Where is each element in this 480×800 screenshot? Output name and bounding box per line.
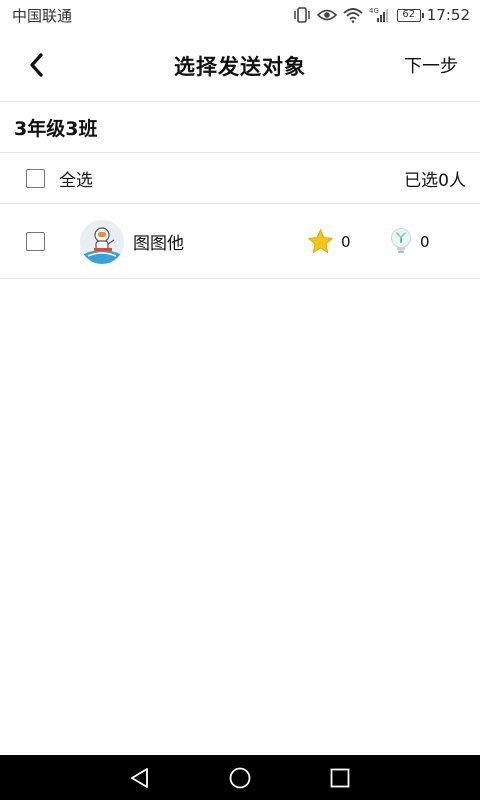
clock-time: 17:52 xyxy=(426,6,470,24)
next-step-button[interactable]: 下一步 xyxy=(404,52,458,78)
status-bar: 中国联通 4G 62 17:52 xyxy=(0,0,480,30)
vibrate-icon xyxy=(293,7,311,23)
nav-home-button[interactable] xyxy=(220,758,260,798)
class-section-header: 3年级3班 xyxy=(0,103,480,153)
network-type-label: 4G xyxy=(369,7,379,15)
battery-icon: 62 xyxy=(396,8,424,22)
class-name: 3年级3班 xyxy=(14,118,98,140)
select-all-label[interactable]: 全选 xyxy=(59,166,93,191)
student-checkbox[interactable] xyxy=(26,232,45,251)
star-count: 0 xyxy=(341,232,351,251)
triangle-back-icon xyxy=(131,767,148,788)
carrier-label: 中国联通 xyxy=(12,6,73,25)
student-row[interactable]: 图图他 0 0 xyxy=(0,205,480,279)
lightbulb-icon xyxy=(388,227,414,255)
signal-icon: 4G xyxy=(369,7,391,23)
selected-count: 已选0人 xyxy=(404,171,466,191)
student-name: 图图他 xyxy=(133,234,184,254)
square-recent-icon xyxy=(330,768,350,787)
lightbulb-count: 0 xyxy=(420,232,430,251)
battery-level: 62 xyxy=(402,8,416,20)
page-title: 选择发送对象 xyxy=(174,54,306,79)
select-all-row[interactable]: 全选 已选0人 xyxy=(0,154,480,204)
eye-icon xyxy=(316,8,337,22)
avatar xyxy=(80,220,124,264)
select-all-checkbox[interactable] xyxy=(26,169,45,188)
system-nav-bar xyxy=(0,755,480,800)
header-bar: 选择发送对象 下一步 xyxy=(0,30,480,102)
circle-home-icon xyxy=(229,767,251,788)
back-button[interactable] xyxy=(22,50,52,80)
nav-recent-button[interactable] xyxy=(320,758,360,798)
chevron-left-icon xyxy=(30,53,43,77)
nav-back-button[interactable] xyxy=(120,758,160,798)
wifi-icon xyxy=(343,7,363,23)
status-icons: 4G 62 17:52 xyxy=(293,6,470,24)
star-icon xyxy=(307,228,334,255)
astronaut-avatar-icon xyxy=(80,220,124,264)
